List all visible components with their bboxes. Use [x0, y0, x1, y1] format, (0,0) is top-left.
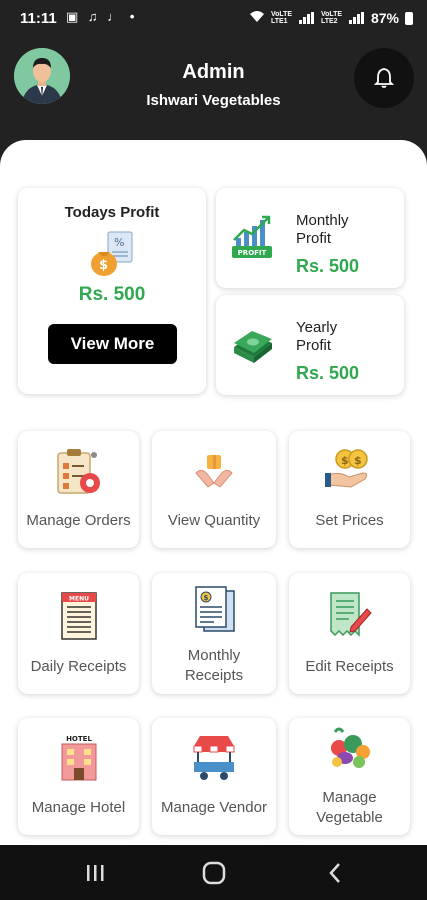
manage-orders-label: Manage Orders: [26, 512, 131, 529]
edit-receipt-icon: [330, 592, 372, 637]
status-bar: 11:11 ▣ ♫ ♩ • VoLTE LTE1 VoLTE LTE2 87%: [0, 0, 427, 36]
signal-icon-1: [298, 12, 315, 24]
todays-profit-amount: Rs. 500: [78, 284, 146, 305]
profit-chart-icon: PROFIT: [232, 215, 272, 258]
back-icon: [329, 863, 340, 883]
battery-icon: [405, 11, 413, 25]
vendor-cart-icon: [193, 736, 235, 780]
todays-profit-card: Todays Profit % $ Rs. 500 View More: [18, 188, 206, 394]
set-prices-label: Set Prices: [315, 512, 384, 529]
money-bag-icon: % $: [91, 231, 133, 276]
status-time: 11:11: [20, 10, 57, 27]
view-quantity-label: View Quantity: [167, 512, 261, 529]
invoice-icon: $: [195, 586, 235, 632]
manage-vendor-tile[interactable]: Manage Vendor: [152, 718, 276, 835]
system-nav-bar: [0, 845, 427, 900]
back-button[interactable]: [322, 861, 350, 885]
set-prices-tile[interactable]: $ $ Set Prices: [289, 431, 410, 548]
monthly-profit-card[interactable]: PROFIT Monthly Profit Rs. 500: [216, 188, 404, 288]
coins-hand-icon: $ $: [325, 449, 368, 488]
svg-text:MENU: MENU: [69, 596, 89, 603]
bell-icon: [374, 68, 394, 88]
volte2-label: VoLTE LTE2: [320, 11, 343, 25]
monthly-profit-amount: Rs. 500: [296, 256, 360, 276]
wifi-icon: [249, 10, 265, 26]
view-more-button[interactable]: View More: [48, 324, 177, 364]
manage-hotel-label: Manage Hotel: [31, 799, 126, 816]
notifications-button[interactable]: [354, 48, 414, 108]
svg-text:$: $: [99, 258, 108, 273]
app-header: Admin Ishwari Vegetables: [0, 36, 427, 146]
monthly-receipts-label-1: Monthly: [187, 647, 241, 664]
manage-vegetable-tile[interactable]: Manage Vegetable: [289, 718, 410, 835]
profit-icon-text: PROFIT: [238, 249, 267, 257]
edit-receipts-label: Edit Receipts: [305, 658, 394, 675]
signal-icon-2: [348, 12, 365, 24]
hand-box-icon: [195, 455, 233, 488]
daily-receipts-label: Daily Receipts: [30, 658, 127, 675]
orders-clipboard-icon: [57, 449, 100, 494]
home-icon: [202, 861, 226, 885]
monthly-profit-title-1: Monthly: [296, 212, 349, 229]
battery-percent: 87%: [370, 10, 399, 26]
manage-vegetable-label-2: Vegetable: [316, 809, 383, 826]
monthly-receipts-label-2: Receipts: [184, 667, 244, 684]
cash-stack-icon: [234, 331, 272, 363]
receipt-icon: MENU: [61, 592, 97, 640]
yearly-profit-amount: Rs. 500: [296, 363, 360, 383]
notification-icons: ▣ ♫ ♩ •: [66, 9, 138, 24]
hotel-icon: HOTEL: [61, 735, 97, 781]
manage-vegetable-label-1: Manage: [322, 789, 377, 806]
yearly-profit-title-2: Profit: [296, 337, 332, 354]
monthly-profit-title-2: Profit: [296, 230, 332, 247]
dashboard-sheet: Todays Profit % $ Rs. 500 View More PROF…: [0, 140, 427, 860]
recent-apps-icon: [87, 865, 104, 881]
svg-text:$: $: [204, 594, 209, 602]
recent-apps-button[interactable]: [80, 861, 110, 885]
yearly-profit-card[interactable]: Yearly Profit Rs. 500: [216, 295, 404, 395]
manage-orders-tile[interactable]: Manage Orders: [18, 431, 139, 548]
yearly-profit-title-1: Yearly: [296, 319, 338, 336]
daily-receipts-tile[interactable]: MENU Daily Receipts: [18, 573, 139, 694]
svg-text:$: $: [354, 454, 362, 467]
todays-profit-title: Todays Profit: [64, 204, 160, 221]
home-button[interactable]: [200, 861, 228, 885]
manage-hotel-tile[interactable]: HOTEL Manage Hotel: [18, 718, 139, 835]
hotel-sign-text: HOTEL: [66, 735, 92, 743]
svg-text:%: %: [114, 236, 124, 249]
volte1-label: VoLTE LTE1: [270, 11, 293, 25]
vegetable-basket-icon: [331, 727, 370, 768]
view-quantity-tile[interactable]: View Quantity: [152, 431, 276, 548]
svg-text:$: $: [341, 454, 349, 467]
edit-receipts-tile[interactable]: Edit Receipts: [289, 573, 410, 694]
manage-vendor-label: Manage Vendor: [161, 799, 267, 816]
monthly-receipts-tile[interactable]: $ Monthly Receipts: [152, 573, 276, 694]
